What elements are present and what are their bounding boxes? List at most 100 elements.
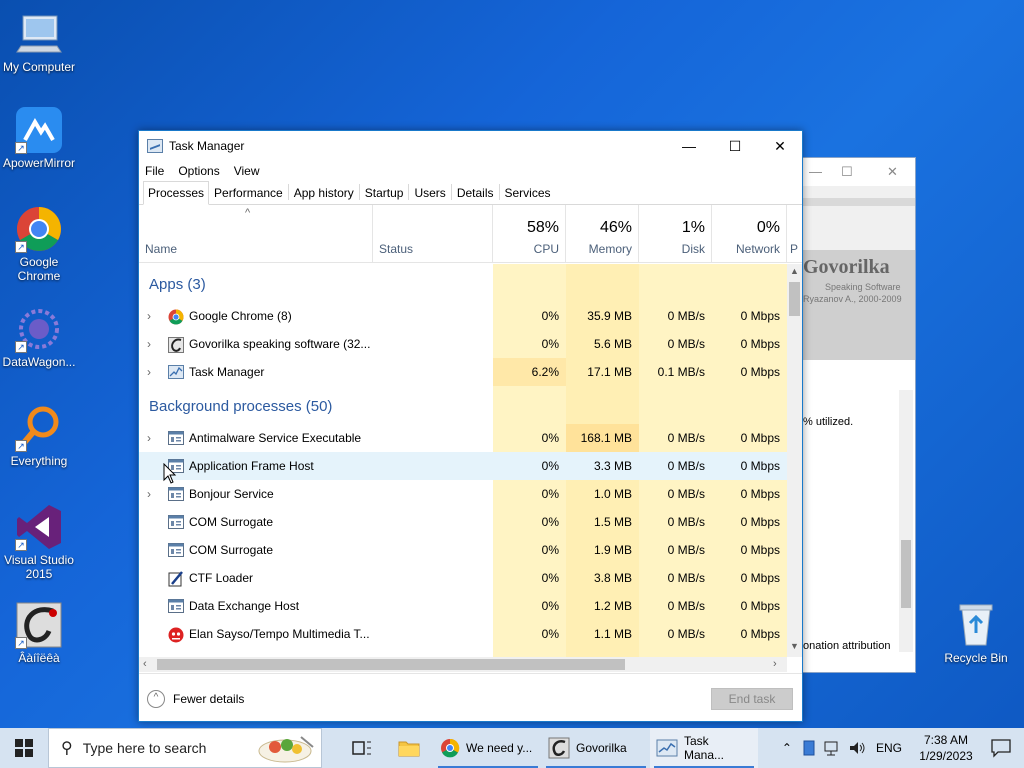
scrollbar-thumb[interactable] xyxy=(901,540,911,608)
network-icon[interactable] xyxy=(824,740,842,756)
column-label: Status xyxy=(379,242,414,256)
minimize-icon[interactable]: — xyxy=(809,164,822,179)
govorilka-titlebar[interactable]: — ☐ ✕ xyxy=(801,158,915,186)
network-value: 0 Mbps xyxy=(740,337,780,351)
desktop-icon-apowermirror[interactable]: ↗ ApowerMirror xyxy=(0,106,78,170)
tab-processes[interactable]: Processes xyxy=(143,181,210,205)
process-row[interactable]: CTF Loader 0% 3.8 MB 0 MB/s 0 Mbps xyxy=(139,564,787,592)
menu-options[interactable]: Options xyxy=(178,164,219,178)
scrollbar-thumb[interactable] xyxy=(157,659,625,670)
mouse-cursor-icon xyxy=(163,463,177,484)
task-manager-icon xyxy=(656,739,678,757)
network-value: 0 Mbps xyxy=(740,627,780,641)
process-name: Bonjour Service xyxy=(189,487,274,501)
visual-studio-icon: ↗ xyxy=(15,503,63,551)
process-row[interactable]: › Task Manager 6.2% 17.1 MB 0.1 MB/s 0 Mbps xyxy=(139,358,787,386)
process-row[interactable]: COM Surrogate 0% 1.9 MB 0 MB/s 0 Mbps xyxy=(139,536,787,564)
desktop-icon-datawagon[interactable]: ↗ DataWagon... xyxy=(0,305,78,369)
taskbar-item-label: Task Mana... xyxy=(684,734,725,762)
desktop-icon-recycle-bin[interactable]: Recycle Bin xyxy=(938,603,1014,665)
tab-services[interactable]: Services xyxy=(500,181,556,204)
column-header-network[interactable]: 0% Network xyxy=(712,205,787,263)
end-task-button[interactable]: End task xyxy=(711,688,793,710)
process-row[interactable]: Elan Sayso/Tempo Multimedia T... 0% 1.1 MB… xyxy=(139,620,787,648)
search-highlight-bowl-icon xyxy=(258,736,314,763)
desktop-icon-my-computer[interactable]: My Computer xyxy=(0,10,78,74)
column-header-cpu[interactable]: 58% CPU xyxy=(493,205,566,263)
maximize-icon[interactable]: ☐ xyxy=(841,164,853,180)
expand-chevron-icon[interactable]: › xyxy=(147,302,151,330)
column-header-power[interactable]: P xyxy=(787,205,802,263)
tab-strip: Processes Performance App history Startu… xyxy=(139,181,802,205)
menu-file[interactable]: File xyxy=(145,164,164,178)
scroll-up-icon[interactable]: ▲ xyxy=(787,266,802,280)
taskbar-search[interactable]: ⚲ Type here to search xyxy=(48,728,322,768)
horizontal-scrollbar[interactable]: ‹ › xyxy=(139,657,787,672)
govorilka-window[interactable]: — ☐ ✕ Govorilka Speaking Software Ryazan… xyxy=(800,157,916,673)
scroll-down-icon[interactable]: ▼ xyxy=(787,641,802,655)
clock[interactable]: 7:38 AM 1/29/2023 xyxy=(910,732,982,764)
taskbar-task-manager[interactable]: Task Mana... xyxy=(650,728,758,768)
volume-icon[interactable] xyxy=(848,740,866,756)
network-value: 0 Mbps xyxy=(740,431,780,445)
taskbar-govorilka[interactable]: Govorilka xyxy=(542,728,650,768)
taskbar-chrome[interactable]: We need y... xyxy=(434,728,542,768)
process-row[interactable]: › Google Chrome (8) 0% 35.9 MB 0 MB/s 0 Mbps xyxy=(139,302,787,330)
fewer-details-button[interactable]: ^ Fewer details xyxy=(147,690,244,708)
process-row[interactable]: COM Surrogate 0% 1.5 MB 0 MB/s 0 Mbps xyxy=(139,508,787,536)
tab-app-history[interactable]: App history xyxy=(289,181,359,204)
expand-chevron-icon[interactable]: › xyxy=(147,480,151,508)
desktop-icon-label: My Computer xyxy=(2,60,76,74)
tab-details[interactable]: Details xyxy=(452,181,499,204)
desktop-icon-visual-studio[interactable]: ↗ Visual Studio 2015 xyxy=(0,503,78,581)
maximize-button[interactable]: ☐ xyxy=(712,131,758,161)
desktop-icon-google-chrome[interactable]: ↗ Google Chrome xyxy=(0,205,78,283)
desktop-icon-everything[interactable]: ↗ Everything xyxy=(0,404,78,468)
vertical-scrollbar[interactable] xyxy=(899,390,913,652)
task-manager-window[interactable]: Task Manager — ☐ ✕ File Options View Pro… xyxy=(138,130,803,722)
service-icon xyxy=(168,543,184,557)
credit-text: Ryazanov A., 2000-2009 xyxy=(803,294,902,304)
column-percent: 1% xyxy=(681,219,705,236)
close-icon[interactable]: ✕ xyxy=(887,164,898,180)
process-row[interactable]: Application Frame Host 0% 3.3 MB 0 MB/s 0 Mb… xyxy=(139,452,787,480)
process-row[interactable]: › Antimalware Service Executable 0% 168.1 M… xyxy=(139,424,787,452)
scroll-left-icon[interactable]: ‹ xyxy=(143,657,147,672)
minimize-button[interactable]: — xyxy=(666,131,712,161)
expand-chevron-icon[interactable]: › xyxy=(147,424,151,452)
device-icon[interactable] xyxy=(802,740,816,756)
memory-value: 17.1 MB xyxy=(587,365,632,379)
language-indicator[interactable]: ENG xyxy=(876,741,902,755)
chrome-icon xyxy=(168,309,184,325)
govorilka-icon xyxy=(168,337,184,353)
column-header-name[interactable]: ^ Name xyxy=(139,205,373,263)
close-button[interactable]: ✕ xyxy=(757,131,803,161)
process-row[interactable]: › Govorilka speaking software (32... 0% 5.6… xyxy=(139,330,787,358)
service-icon xyxy=(168,515,184,529)
file-explorer-button[interactable] xyxy=(392,728,426,768)
start-button[interactable] xyxy=(0,728,48,768)
scroll-right-icon[interactable]: › xyxy=(773,657,777,672)
expand-chevron-icon[interactable]: › xyxy=(147,330,151,358)
notifications-icon[interactable] xyxy=(990,738,1012,758)
process-row[interactable]: › Bonjour Service 0% 1.0 MB 0 MB/s 0 Mbps xyxy=(139,480,787,508)
title-bar[interactable]: Task Manager — ☐ ✕ xyxy=(139,131,802,161)
menu-view[interactable]: View xyxy=(234,164,260,178)
column-header-memory[interactable]: 46% Memory xyxy=(566,205,639,263)
process-row[interactable]: Data Exchange Host 0% 1.2 MB 0 MB/s 0 Mbps xyxy=(139,592,787,620)
network-value: 0 Mbps xyxy=(740,309,780,323)
column-header-status[interactable]: Status xyxy=(373,205,493,263)
column-label: Disk xyxy=(681,242,705,256)
column-header-disk[interactable]: 1% Disk xyxy=(639,205,712,263)
expand-chevron-icon[interactable]: › xyxy=(147,358,151,386)
tab-users[interactable]: Users xyxy=(409,181,450,204)
vertical-scrollbar[interactable]: ▲ ▼ xyxy=(787,264,802,657)
chevron-up-icon[interactable]: ⌃ xyxy=(782,741,792,755)
scrollbar-thumb[interactable] xyxy=(789,282,800,316)
tab-performance[interactable]: Performance xyxy=(209,181,288,204)
tab-startup[interactable]: Startup xyxy=(360,181,409,204)
memory-value: 1.1 MB xyxy=(593,627,632,641)
task-view-button[interactable] xyxy=(346,728,378,768)
desktop-icon-govorilka[interactable]: ↗ Âàíîëêà xyxy=(0,601,78,665)
chevron-up-icon: ^ xyxy=(147,690,165,708)
